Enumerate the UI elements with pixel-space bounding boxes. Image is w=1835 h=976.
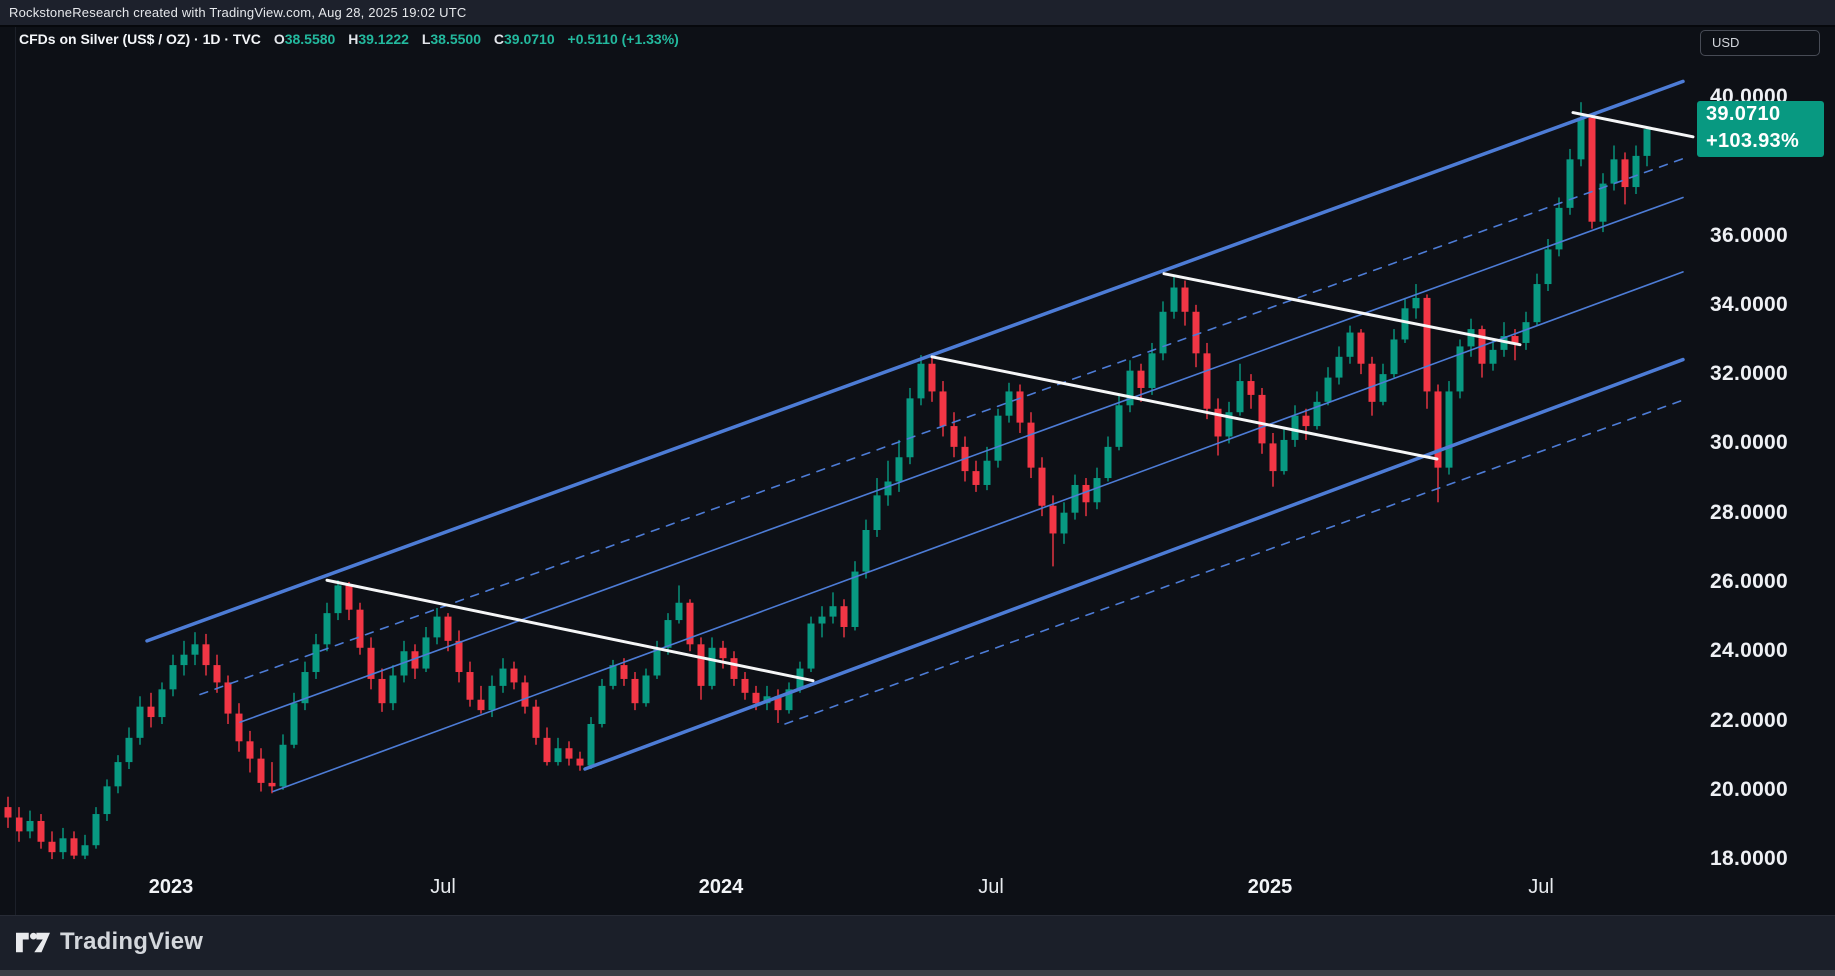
- badge-change-percent: +103.93%: [1706, 128, 1824, 154]
- trendline-resistance-2023[interactable]: [327, 580, 813, 680]
- price-tick-label: 32.0000: [1710, 362, 1830, 386]
- time-tick-label: 2025: [1225, 876, 1315, 899]
- price-tick-label: 28.0000: [1710, 501, 1830, 525]
- open-label: O: [274, 31, 285, 47]
- footer-bar: TradingView: [0, 915, 1835, 970]
- time-tick-label: Jul: [946, 876, 1036, 899]
- tradingview-logo-icon: [16, 929, 50, 956]
- trendline-channel-upper-dashed[interactable]: [200, 159, 1683, 695]
- currency-selector-button[interactable]: USD: [1700, 30, 1820, 56]
- trendline-resistance-2024b[interactable]: [1164, 274, 1520, 345]
- time-tick-label: Jul: [1496, 876, 1586, 899]
- trendline-channel-upper-thin[interactable]: [240, 197, 1683, 722]
- bottom-strip: [0, 970, 1835, 976]
- price-tick-label: 20.0000: [1710, 778, 1830, 802]
- trendline-channel-top-solid[interactable]: [147, 81, 1683, 640]
- trendline-channel-lower-dashed[interactable]: [785, 400, 1683, 724]
- time-tick-label: Jul: [398, 876, 488, 899]
- time-tick-label: 2023: [126, 876, 216, 899]
- price-chart-canvas[interactable]: [0, 0, 1835, 976]
- open-value: 38.5580: [285, 31, 336, 47]
- price-tick-label: 18.0000: [1710, 847, 1830, 871]
- price-tick-label: 30.0000: [1710, 431, 1830, 455]
- low-value: 38.5500: [430, 31, 481, 47]
- badge-last-price: 39.0710: [1706, 101, 1824, 128]
- close-value: 39.0710: [504, 31, 555, 47]
- symbol-legend: CFDs on Silver (US$ / OZ) · 1D · TVC O38…: [19, 31, 679, 47]
- high-value: 39.1222: [358, 31, 409, 47]
- tradingview-brand-text: TradingView: [60, 928, 203, 956]
- pane-left-border: [15, 27, 16, 915]
- change-value: +0.5110 (+1.33%): [568, 31, 679, 47]
- symbol-title: CFDs on Silver (US$ / OZ) · 1D · TVC: [19, 31, 261, 47]
- price-tick-label: 24.0000: [1710, 639, 1830, 663]
- close-label: C: [494, 31, 504, 47]
- last-price-badge: 39.0710 +103.93%: [1697, 101, 1824, 157]
- high-label: H: [348, 31, 358, 47]
- price-tick-label: 36.0000: [1710, 224, 1830, 248]
- price-tick-label: 34.0000: [1710, 293, 1830, 317]
- trendline-channel-mid-thin[interactable]: [273, 272, 1683, 792]
- tradingview-brand[interactable]: TradingView: [16, 928, 203, 956]
- tradingview-chart-window: RockstoneResearch created with TradingVi…: [0, 0, 1835, 976]
- candles-layer: [5, 102, 1651, 859]
- time-tick-label: 2024: [676, 876, 766, 899]
- price-tick-label: 26.0000: [1710, 570, 1830, 594]
- price-tick-label: 22.0000: [1710, 709, 1830, 733]
